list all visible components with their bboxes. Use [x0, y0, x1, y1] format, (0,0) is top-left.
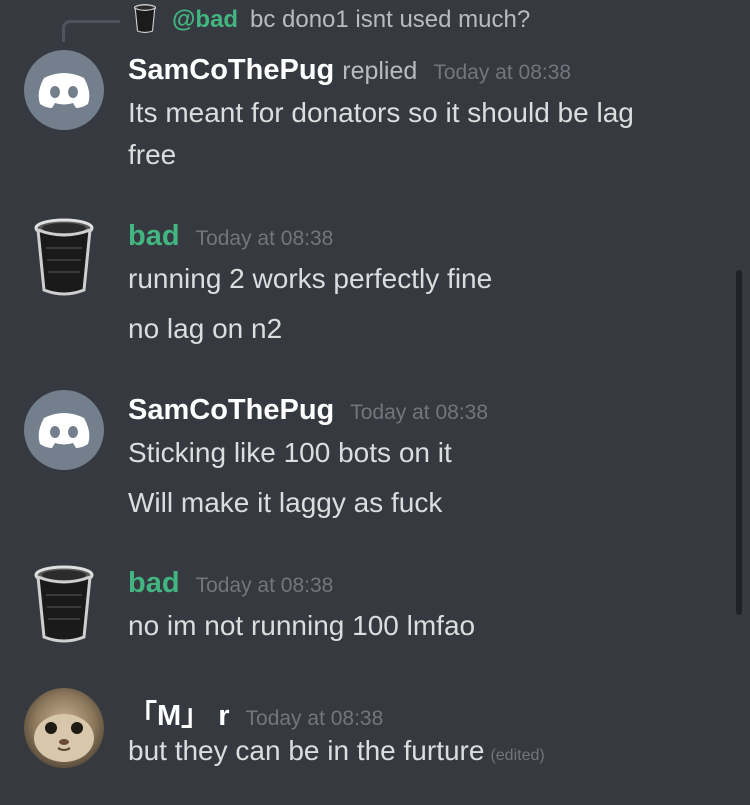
message-group: bad Today at 08:38 no im not running 100… — [0, 565, 720, 655]
timestamp: Today at 08:38 — [195, 574, 334, 597]
cat-photo-avatar[interactable] — [24, 688, 104, 768]
message-group: bad Today at 08:38 running 2 works perfe… — [0, 218, 720, 358]
trash-can-icon — [133, 4, 157, 34]
message-group: 「M」 r Today at 08:38 but they can be in … — [0, 688, 720, 778]
message-group: SamCoThePug replied Today at 08:38 Its m… — [0, 50, 720, 180]
timestamp: Today at 08:38 — [245, 707, 384, 730]
scrollbar-thumb[interactable] — [736, 270, 742, 615]
message-text: no lag on n2 — [128, 313, 283, 344]
timestamp: Today at 08:38 — [350, 401, 489, 424]
message-text: Sticking like 100 bots on it — [128, 437, 452, 468]
trash-can-avatar[interactable] — [32, 218, 96, 298]
author-name[interactable]: SamCoThePug — [128, 54, 334, 87]
author-name[interactable]: SamCoThePug — [128, 394, 334, 427]
author-name[interactable]: 「M」 r — [128, 692, 230, 734]
edited-label: (edited) — [490, 747, 545, 764]
message-text-content: but they can be in the furture — [128, 735, 485, 766]
reply-spine — [62, 20, 120, 42]
message-text: free — [128, 139, 177, 170]
discord-logo-icon — [38, 413, 90, 448]
timestamp: Today at 08:38 — [195, 227, 334, 250]
message-text: running 2 works perfectly fine — [128, 263, 493, 294]
message-text: Its meant for donators so it should be l… — [128, 97, 634, 128]
replied-label: replied — [342, 57, 418, 85]
message-text: no im not running 100 lmfao — [128, 610, 476, 641]
message-group: SamCoThePug Today at 08:38 Sticking like… — [0, 390, 720, 530]
discord-default-avatar[interactable] — [24, 390, 104, 470]
discord-default-avatar[interactable] — [24, 50, 104, 130]
message-text: but they can be in the furture (edited) — [128, 730, 545, 777]
reply-reference[interactable]: @bad bc dono1 isnt used much? — [0, 0, 750, 44]
author-name[interactable]: bad — [128, 567, 180, 600]
discord-logo-icon — [38, 73, 90, 108]
message-text: Will make it laggy as fuck — [128, 487, 443, 518]
author-name[interactable]: bad — [128, 220, 180, 253]
timestamp: Today at 08:38 — [433, 61, 572, 84]
chat-message-list: @bad bc dono1 isnt used much? SamCoThePu… — [0, 0, 750, 805]
trash-can-avatar[interactable] — [32, 565, 96, 645]
cat-face-icon — [24, 688, 104, 768]
reply-mention[interactable]: @bad — [172, 6, 238, 34]
reply-preview-text[interactable]: bc dono1 isnt used much? — [250, 6, 530, 34]
